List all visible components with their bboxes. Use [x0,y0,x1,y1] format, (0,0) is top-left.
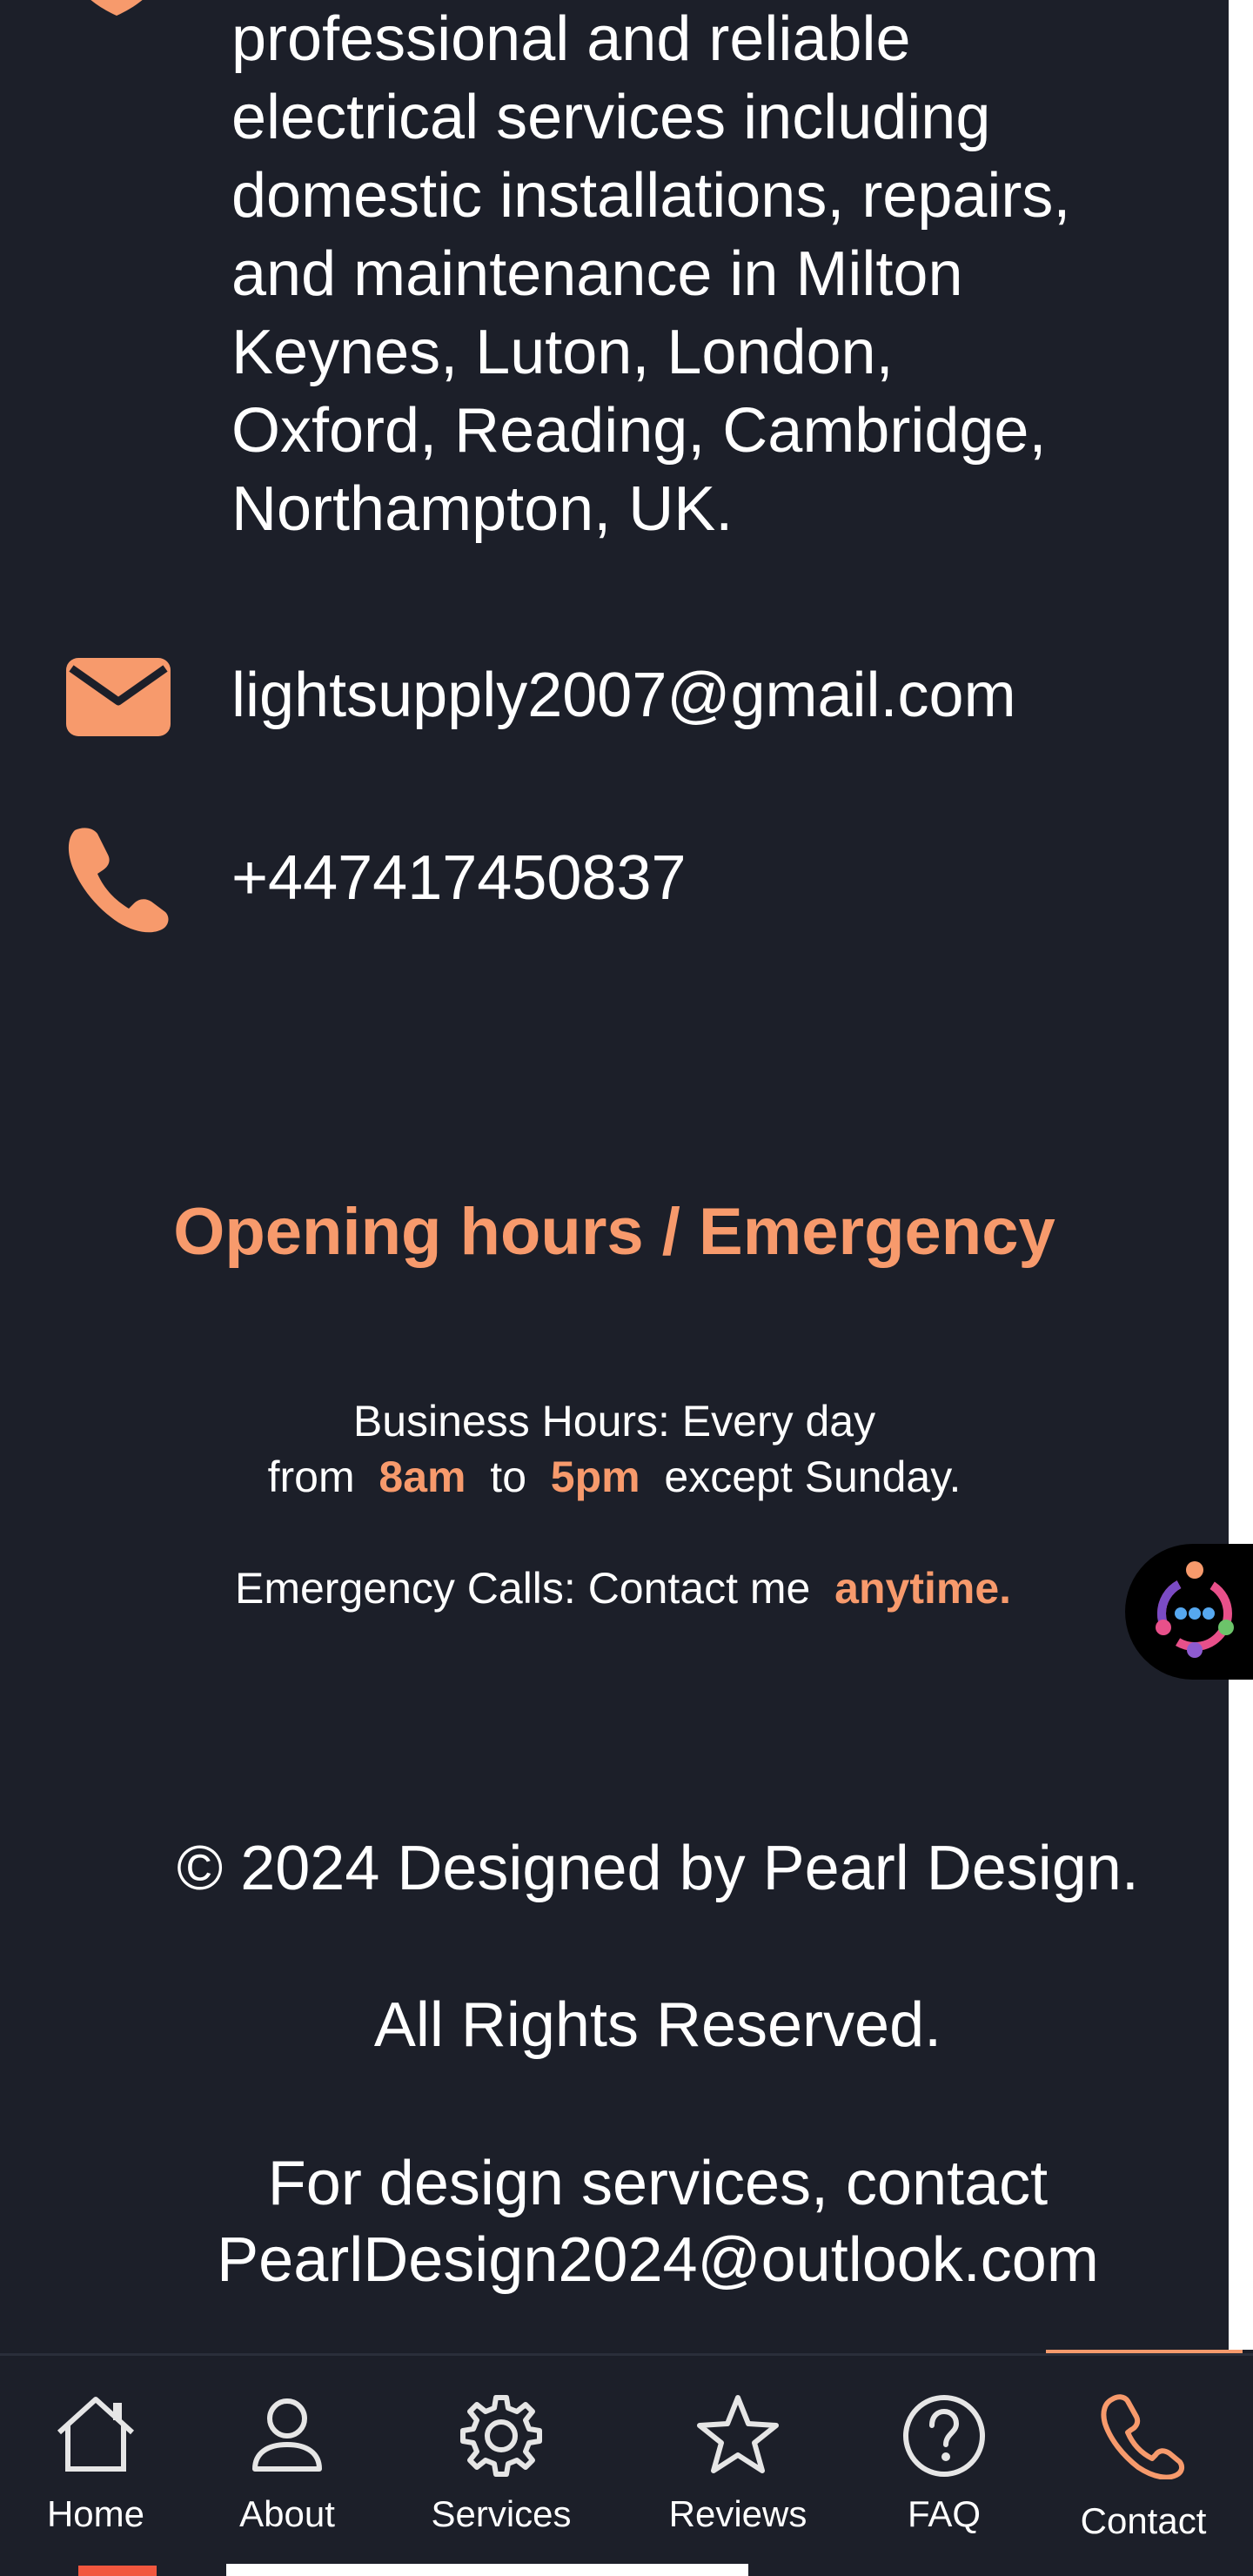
emergency-line: Emergency Calls: Contact me anytime. [235,1563,1105,1613]
address-line: domestic installations, repairs, [231,161,1071,231]
page: professional and reliable electrical ser… [0,0,1253,2576]
question-icon [903,2395,985,2477]
email-row[interactable]: lightsupply2007@gmail.com [0,644,1229,748]
business-hours-line: Business Hours: Every day [352,1397,876,1446]
nav-services[interactable]: Services [414,2356,588,2556]
phone-icon [1101,2394,1185,2479]
location-pin-icon [75,0,179,57]
home-icon [57,2397,135,2472]
nav-label: Services [431,2493,572,2534]
address-line: Oxford, Reading, Cambridge, [231,396,1047,466]
phone-icon [66,825,171,937]
address-line: electrical services including [231,83,991,152]
emergency-label: Emergency Calls: Contact me [235,1564,811,1613]
nav-reviews[interactable]: Reviews [651,2356,825,2556]
chat-widget-button[interactable] [1125,1544,1253,1680]
bottom-navigation: Home About Services Reviews FAQ Contact [0,2353,1253,2576]
user-icon [252,2398,322,2472]
emergency-accent: anytime. [834,1564,1012,1613]
business-hours-times: from 8am to 5pm except Sunday. [0,1452,1229,1502]
address-line: Keynes, Luton, London, [231,318,894,387]
design-email-link[interactable]: PearlDesign2024@outlook.com [0,2221,1253,2299]
phone-link[interactable]: +447417450837 [231,839,687,917]
phone-row[interactable]: +447417450837 [0,818,1229,940]
nav-label: Reviews [668,2493,807,2534]
nav-label: About [239,2493,335,2534]
nav-faq[interactable]: FAQ [870,2356,1018,2556]
opening-hours-title: Opening hours / Emergency [173,1195,1055,1269]
star-icon [697,2395,779,2473]
envelope-icon [66,658,171,741]
except-label: except Sunday. [664,1452,962,1501]
address-line: Northampton, UK. [231,474,734,544]
gear-icon [460,2395,542,2477]
nav-label: Contact [1080,2500,1207,2541]
close-time: 5pm [550,1452,640,1501]
from-label: from [267,1452,355,1501]
nav-about[interactable]: About [209,2356,365,2556]
address-line: professional and reliable [231,4,911,74]
nav-contact[interactable]: Contact [1056,2356,1230,2556]
page-content-peek [0,2559,1253,2576]
nav-home[interactable]: Home [17,2356,174,2556]
address-row: professional and reliable electrical ser… [0,0,1229,557]
to-label: to [490,1452,526,1501]
nav-label: FAQ [907,2493,982,2534]
design-line-1: For design services, contact [267,2149,1049,2218]
chat-icon [1156,1561,1234,1658]
nav-label: Home [46,2493,145,2534]
address-line: and maintenance in Milton [231,239,963,309]
rights-text: All Rights Reserved. [373,1990,942,2060]
email-link[interactable]: lightsupply2007@gmail.com [231,656,1016,735]
open-time: 8am [379,1452,466,1501]
copyright-text: © 2024 Designed by Pearl Design. [177,1834,1139,1903]
